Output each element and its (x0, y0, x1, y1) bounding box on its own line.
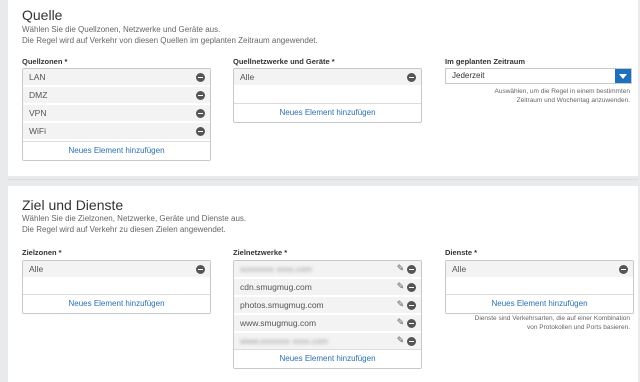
minus-circle-icon[interactable] (196, 109, 205, 118)
section-divider (8, 179, 638, 180)
schedule-hint-line-2: Zeitraum und Wochentag anzuwenden. (516, 97, 630, 104)
add-service-button[interactable]: Neues Element hinzufügen (446, 294, 633, 313)
zone-label: Alle (29, 264, 44, 274)
add-destination-network-button[interactable]: Neues Element hinzufügen (234, 349, 421, 368)
destination-networks-list: xxxxxxxx xxxx.com ✎ cdn.smugmug.com ✎ ph… (233, 260, 422, 369)
network-label: www.xxxxxxx xxxx.com (240, 336, 328, 346)
list-item: DMZ (23, 87, 210, 104)
destination-desc-1: Wählen Sie die Zielzonen, Netzwerke, Ger… (22, 214, 247, 223)
list-item: VPN (23, 105, 210, 122)
firewall-rule-page: Quelle Wählen Sie die Quellzonen, Netzwe… (0, 0, 640, 382)
pencil-icon[interactable]: ✎ (396, 264, 405, 273)
destination-networks-label: Zielnetzwerke * (233, 248, 288, 257)
source-desc-1: Wählen Sie die Quellzonen, Netzwerke und… (22, 25, 221, 34)
source-title: Quelle (22, 7, 63, 23)
minus-circle-icon[interactable] (196, 265, 205, 274)
add-source-zone-button[interactable]: Neues Element hinzufügen (23, 141, 210, 160)
minus-circle-icon[interactable] (196, 73, 205, 82)
destination-title: Ziel und Dienste (22, 197, 124, 213)
source-networks-label: Quellnetzwerke und Geräte * (233, 57, 335, 66)
list-item: cdn.smugmug.com ✎ (234, 279, 421, 296)
list-item: www.smugmug.com ✎ (234, 315, 421, 332)
minus-circle-icon[interactable] (407, 319, 416, 328)
schedule-hint: Auswählen, um die Regel in einem bestimm… (495, 87, 630, 105)
minus-circle-icon[interactable] (619, 265, 628, 274)
network-label: cdn.smugmug.com (240, 282, 312, 292)
pencil-icon[interactable]: ✎ (396, 318, 405, 327)
pencil-icon[interactable]: ✎ (396, 300, 405, 309)
list-item: WiFi (23, 123, 210, 140)
source-networks-list: Alle Neues Element hinzufügen (233, 68, 422, 123)
zone-label: DMZ (29, 90, 48, 100)
network-label: Alle (240, 72, 255, 82)
minus-circle-icon[interactable] (196, 91, 205, 100)
destination-zones-list: Alle Neues Element hinzufügen (22, 260, 211, 314)
list-item: www.xxxxxxx xxxx.com ✎ (234, 333, 421, 350)
list-item: Alle (234, 69, 421, 86)
pencil-icon[interactable]: ✎ (396, 282, 405, 291)
destination-zones-label: Zielzonen * (22, 248, 62, 257)
service-label: Alle (452, 264, 467, 274)
list-item: Alle (446, 261, 633, 278)
chevron-down-icon[interactable] (615, 69, 631, 83)
services-label: Dienste * (445, 248, 478, 257)
source-desc-2: Die Regel wird auf Verkehr von diesen Qu… (22, 36, 318, 45)
schedule-label: Im geplanten Zeitraum (445, 57, 526, 66)
list-item: Alle (23, 261, 210, 278)
add-destination-zone-button[interactable]: Neues Element hinzufügen (23, 294, 210, 313)
list-item: xxxxxxxx xxxx.com ✎ (234, 261, 421, 278)
schedule-value: Jederzeit (452, 71, 485, 80)
services-hint: Dienste sind Verkehrsarten, die auf eine… (475, 314, 630, 332)
minus-circle-icon[interactable] (407, 265, 416, 274)
minus-circle-icon[interactable] (407, 337, 416, 346)
minus-circle-icon[interactable] (196, 127, 205, 136)
schedule-select[interactable]: Jederzeit (445, 68, 632, 84)
services-hint-line-1: Dienste sind Verkehrsarten, die auf eine… (474, 315, 630, 322)
zone-label: WiFi (29, 126, 46, 136)
destination-desc-2: Die Regel wird auf Verkehr zu diesen Zie… (22, 225, 226, 234)
add-source-network-button[interactable]: Neues Element hinzufügen (234, 103, 421, 122)
list-item: LAN (23, 69, 210, 86)
network-label: photos.smugmug.com (240, 300, 324, 310)
services-hint-line-2: von Protokollen und Ports basieren. (527, 324, 630, 331)
source-section: Quelle Wählen Sie die Quellzonen, Netzwe… (8, 0, 638, 176)
schedule-hint-line-1: Auswählen, um die Regel in einem bestimm… (494, 88, 630, 95)
network-label: xxxxxxxx xxxx.com (240, 264, 312, 274)
minus-circle-icon[interactable] (407, 301, 416, 310)
pencil-icon[interactable]: ✎ (396, 336, 405, 345)
minus-circle-icon[interactable] (407, 73, 416, 82)
zone-label: VPN (29, 108, 47, 118)
list-item: photos.smugmug.com ✎ (234, 297, 421, 314)
zone-label: LAN (29, 72, 46, 82)
source-zones-label: Quellzonen * (22, 57, 68, 66)
minus-circle-icon[interactable] (407, 283, 416, 292)
services-list: Alle Neues Element hinzufügen (445, 260, 634, 314)
source-zones-list: LAN DMZ VPN WiFi Neues Element hinzufüge… (22, 68, 211, 161)
network-label: www.smugmug.com (240, 318, 317, 328)
destination-section: Ziel und Dienste Wählen Sie die Zielzone… (8, 179, 638, 382)
